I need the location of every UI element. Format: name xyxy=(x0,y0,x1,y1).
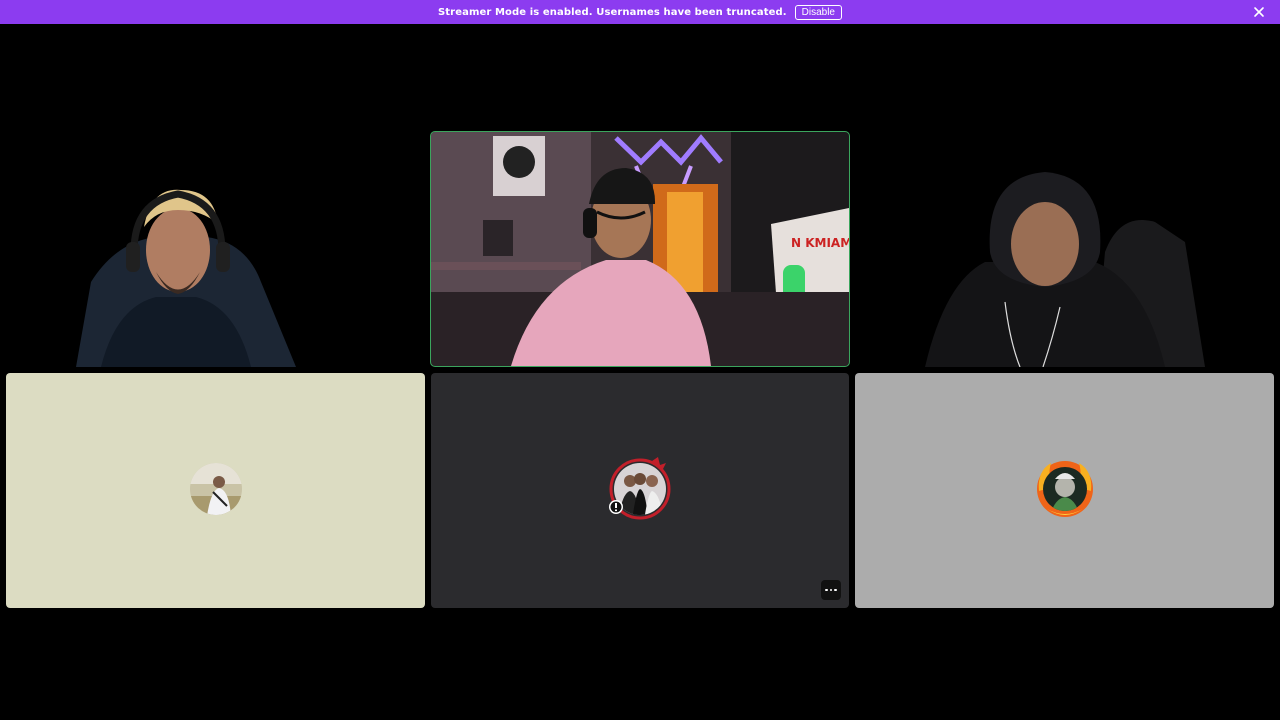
participant-tile-avatar-center[interactable] xyxy=(431,373,849,608)
banner-message: Streamer Mode is enabled. Usernames have… xyxy=(438,6,787,18)
video-tile-center-speaking[interactable]: N KMIAM xyxy=(430,131,850,367)
close-icon[interactable] xyxy=(1252,5,1266,19)
participant-tile-avatar-left[interactable] xyxy=(6,373,425,608)
participant-video xyxy=(855,132,1274,367)
participant-video: N KMIAM xyxy=(431,132,849,366)
more-horizontal-icon-dot xyxy=(829,588,833,592)
video-tile-left[interactable] xyxy=(6,132,425,367)
participant-video xyxy=(6,132,425,367)
avatar xyxy=(189,462,243,520)
disable-streamer-mode-button[interactable]: Disable xyxy=(794,4,842,20)
more-options-button[interactable] xyxy=(821,580,841,600)
video-tile-right[interactable] xyxy=(855,132,1274,367)
streamer-mode-banner: Streamer Mode is enabled. Usernames have… xyxy=(0,0,1280,24)
avatar-image xyxy=(609,456,671,519)
avatar-image xyxy=(189,462,242,515)
more-horizontal-icon xyxy=(825,588,828,592)
participant-tile-avatar-right[interactable] xyxy=(855,373,1274,608)
avatar-image xyxy=(1036,460,1093,517)
more-horizontal-icon-dot xyxy=(834,588,837,592)
avatar xyxy=(1033,457,1097,525)
avatar xyxy=(608,456,672,525)
svg-text:N KMIAM: N KMIAM xyxy=(791,236,849,250)
